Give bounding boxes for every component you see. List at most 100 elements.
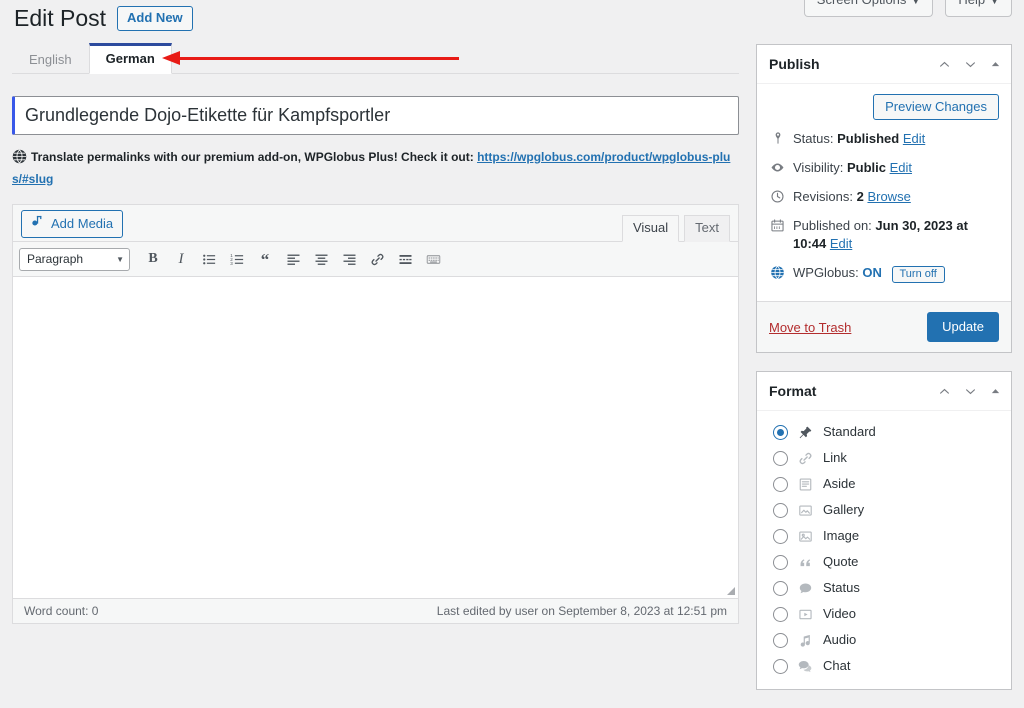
format-option-link[interactable]: Link (757, 445, 1011, 471)
tab-text[interactable]: Text (684, 215, 730, 242)
pin-icon (769, 131, 786, 145)
editor-content-area[interactable] (13, 277, 738, 599)
preview-changes-button[interactable]: Preview Changes (873, 94, 999, 120)
blockquote-icon[interactable]: “ (252, 246, 278, 272)
add-media-button[interactable]: Add Media (21, 210, 124, 238)
visibility-row: Visibility: Public Edit (769, 159, 999, 177)
chevron-down-icon: ▼ (990, 0, 999, 6)
publish-postbox-title: Publish (769, 56, 820, 72)
radio-audio[interactable] (773, 632, 788, 648)
bold-icon[interactable]: B (140, 246, 166, 272)
page-title: Edit Post (14, 5, 107, 31)
calendar-icon (769, 218, 786, 233)
radio-aside[interactable] (773, 476, 788, 492)
read-more-icon[interactable] (392, 246, 418, 272)
move-up-icon[interactable] (931, 51, 957, 77)
format-option-video[interactable]: Video (757, 601, 1011, 627)
align-center-icon[interactable] (308, 246, 334, 272)
radio-status[interactable] (773, 580, 788, 596)
editor-resize-handle[interactable] (724, 584, 736, 596)
revisions-browse-link[interactable]: Browse (867, 189, 910, 204)
preview-row: Preview Changes (769, 94, 999, 120)
insert-link-icon[interactable] (364, 246, 390, 272)
status-value: Published (837, 131, 900, 146)
move-up-icon[interactable] (931, 378, 957, 404)
red-annotation-arrow (162, 51, 459, 65)
editor-media-bar: Add Media Visual Text (13, 205, 738, 242)
sidebar: Publish Preview Changes Status: Publishe… (756, 44, 1012, 708)
last-edited-text: Last edited by user on September 8, 2023… (436, 604, 727, 618)
screen-options-button[interactable]: Screen Options ▼ (803, 0, 934, 17)
help-button[interactable]: Help ▼ (945, 0, 1012, 17)
status-icon (797, 581, 814, 596)
format-label-standard: Standard (823, 424, 876, 439)
format-postbox-title: Format (769, 383, 817, 399)
published-on-row: Published on: Jun 30, 2023 at 10:44 Edit (769, 217, 999, 253)
editor-status-bar: Word count: 0 Last edited by user on Sep… (13, 599, 738, 623)
align-left-icon[interactable] (280, 246, 306, 272)
published-on-label: Published on: (793, 218, 872, 233)
wpglobus-row: WPGlobus: ON Turn off (769, 264, 999, 283)
link-icon (797, 451, 814, 466)
format-option-status[interactable]: Status (757, 575, 1011, 601)
radio-image[interactable] (773, 528, 788, 544)
quote-icon (797, 555, 814, 570)
keyboard-shortcuts-icon[interactable] (420, 246, 446, 272)
wpglobus-turn-off-button[interactable]: Turn off (891, 266, 945, 283)
format-option-quote[interactable]: Quote (757, 549, 1011, 575)
move-down-icon[interactable] (957, 51, 983, 77)
help-label: Help (958, 0, 985, 7)
page-header: Edit Post Add New (14, 4, 193, 34)
screen-meta-bar: Screen Options ▼ Help ▼ (803, 0, 1012, 17)
chevron-down-icon: ▼ (116, 254, 124, 264)
format-option-audio[interactable]: Audio (757, 627, 1011, 653)
format-option-gallery[interactable]: Gallery (757, 497, 1011, 523)
pushpin-icon (797, 425, 814, 440)
wpglobus-value: ON (862, 265, 882, 280)
radio-gallery[interactable] (773, 502, 788, 518)
format-postbox: Format Standard Link Aside Gallery Image… (756, 371, 1012, 690)
permalink-notice: Translate permalinks with our premium ad… (12, 148, 732, 189)
toggle-panel-icon[interactable] (983, 51, 1007, 77)
visibility-value: Public (846, 160, 886, 175)
wpglobus-text: WPGlobus: ON Turn off (793, 264, 945, 283)
paragraph-format-select[interactable]: Paragraph ▼ (19, 247, 130, 271)
radio-link[interactable] (773, 450, 788, 466)
add-new-button[interactable]: Add New (117, 6, 193, 32)
visibility-edit-link[interactable]: Edit (890, 160, 912, 175)
revisions-label: Revisions: (793, 189, 853, 204)
numbered-list-icon[interactable]: 1 2 3 (224, 246, 250, 272)
format-label-link: Link (823, 450, 847, 465)
language-tab-german[interactable]: German (88, 43, 172, 74)
radio-chat[interactable] (773, 658, 788, 674)
align-right-icon[interactable] (336, 246, 362, 272)
update-button[interactable]: Update (927, 312, 999, 342)
format-label-audio: Audio (823, 632, 857, 647)
format-label-video: Video (823, 606, 857, 621)
published-on-text: Published on: Jun 30, 2023 at 10:44 Edit (793, 217, 999, 253)
move-to-trash-link[interactable]: Move to Trash (769, 320, 851, 335)
radio-video[interactable] (773, 606, 788, 622)
visibility-label: Visibility: (793, 160, 844, 175)
editor-mode-tabs: Visual Text (617, 215, 730, 242)
radio-standard[interactable] (773, 424, 788, 440)
format-option-standard[interactable]: Standard (757, 419, 1011, 445)
published-on-edit-link[interactable]: Edit (830, 236, 852, 251)
language-tab-english[interactable]: English (12, 45, 89, 74)
format-options-list: Standard Link Aside Gallery Image Quote … (757, 411, 1011, 689)
globe-icon (769, 265, 786, 280)
status-edit-link[interactable]: Edit (903, 131, 925, 146)
screen-options-label: Screen Options (817, 0, 907, 7)
format-label-quote: Quote (823, 554, 859, 569)
format-option-image[interactable]: Image (757, 523, 1011, 549)
italic-icon[interactable]: I (168, 246, 194, 272)
toggle-panel-icon[interactable] (983, 378, 1007, 404)
radio-quote[interactable] (773, 554, 788, 570)
format-option-aside[interactable]: Aside (757, 471, 1011, 497)
bulleted-list-icon[interactable] (196, 246, 222, 272)
post-title-input[interactable] (12, 96, 739, 135)
video-icon (797, 607, 814, 622)
tab-visual[interactable]: Visual (621, 215, 680, 242)
move-down-icon[interactable] (957, 378, 983, 404)
format-option-chat[interactable]: Chat (757, 653, 1011, 679)
